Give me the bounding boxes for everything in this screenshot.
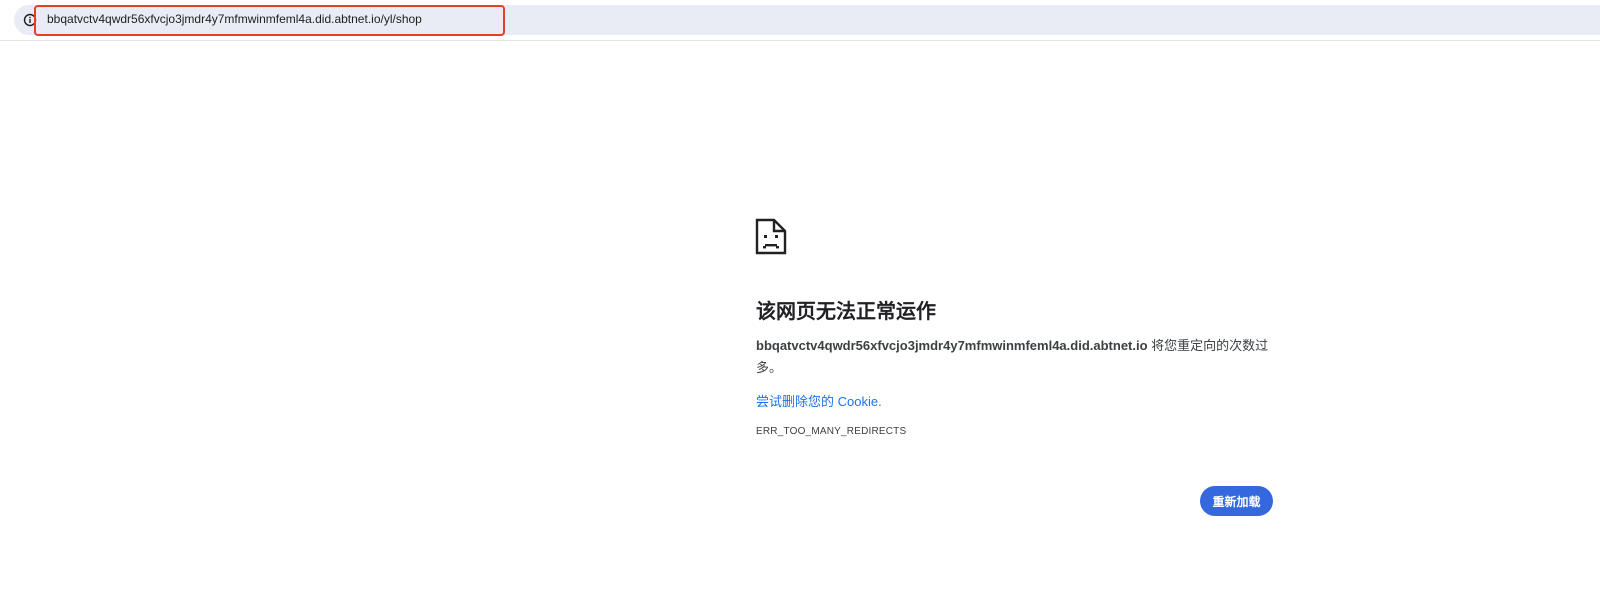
clear-cookies-link[interactable]: 尝试删除您的 Cookie.: [756, 391, 882, 410]
browser-toolbar: bbqatvctv4qwdr56xfvcjo3jmdr4y7mfmwinmfem…: [0, 0, 1600, 41]
error-title: 该网页无法正常运作: [756, 301, 936, 323]
error-code: ERR_TOO_MANY_REDIRECTS: [756, 426, 907, 437]
reload-button[interactable]: 重新加载: [1200, 486, 1273, 516]
error-host: bbqatvctv4qwdr56xfvcjo3jmdr4y7mfmwinmfem…: [756, 338, 1148, 353]
error-description: bbqatvctv4qwdr56xfvcjo3jmdr4y7mfmwinmfem…: [756, 335, 1276, 379]
sad-document-icon: [755, 218, 787, 255]
address-bar-url[interactable]: bbqatvctv4qwdr56xfvcjo3jmdr4y7mfmwinmfem…: [47, 12, 422, 26]
